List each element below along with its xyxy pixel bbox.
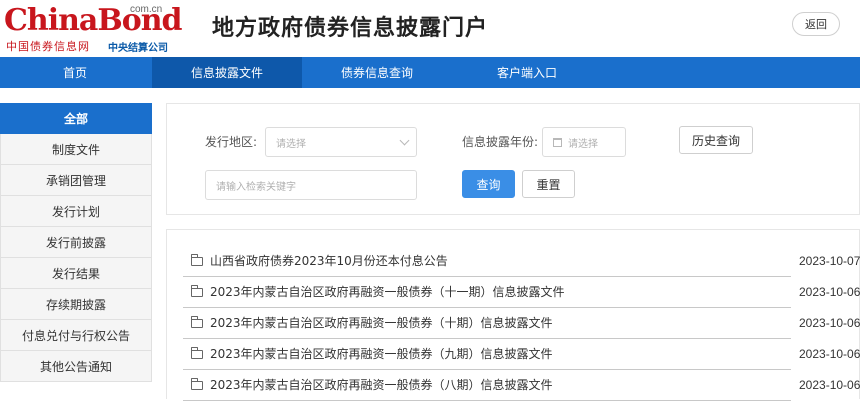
region-select-placeholder: 请选择	[276, 138, 306, 150]
list-item[interactable]: 2023年内蒙古自治区政府再融资一般债券（十一期）信息披露文件 2023-10-…	[183, 278, 860, 308]
list-item[interactable]: 2023年内蒙古自治区政府再融资一般债券（十期）信息披露文件 2023-10-0…	[183, 309, 860, 339]
disclosure-list: 山西省政府债券2023年10月份还本付息公告 2023-10-07 2023年内…	[166, 229, 860, 401]
folder-icon	[191, 316, 203, 328]
sidebar-item-duration[interactable]: 存续期披露	[0, 289, 152, 320]
chevron-down-icon	[399, 135, 410, 146]
nav-item-bond-query[interactable]: 债券信息查询	[302, 57, 452, 88]
back-button[interactable]: 返回	[792, 12, 840, 36]
folder-icon	[191, 378, 203, 390]
history-query-button[interactable]: 历史查询	[679, 126, 753, 154]
folder-icon	[191, 347, 203, 359]
folder-icon	[191, 254, 203, 266]
logo-cn-name: 中国债券信息网	[6, 40, 90, 53]
list-item-title[interactable]: 山西省政府债券2023年10月份还本付息公告	[210, 253, 448, 269]
sidebar-item-all[interactable]: 全部	[0, 103, 152, 134]
list-item-date: 2023-10-06	[799, 347, 860, 361]
region-label: 发行地区:	[205, 135, 258, 149]
keyword-search-input[interactable]: 请输入检索关键字	[205, 170, 417, 200]
list-item-title[interactable]: 2023年内蒙古自治区政府再融资一般债券（八期）信息披露文件	[210, 377, 553, 393]
year-label: 信息披露年份:	[462, 135, 539, 149]
sidebar-item-issuance-plan[interactable]: 发行计划	[0, 196, 152, 227]
page-title: 地方政府债券信息披露门户	[212, 16, 489, 41]
nav-item-home[interactable]: 首页	[0, 57, 150, 88]
year-picker-placeholder: 请选择	[568, 138, 598, 150]
logo-domain: com.cn	[130, 4, 163, 15]
list-item-date: 2023-10-06	[799, 285, 860, 299]
calendar-icon	[553, 137, 562, 147]
query-button[interactable]: 查询	[462, 170, 515, 198]
sidebar-item-regulations[interactable]: 制度文件	[0, 134, 152, 165]
sidebar-item-interest-payment[interactable]: 付息兑付与行权公告	[0, 320, 152, 351]
nav-item-client-portal[interactable]: 客户端入口	[452, 57, 602, 88]
list-item[interactable]: 2023年内蒙古自治区政府再融资一般债券（九期）信息披露文件 2023-10-0…	[183, 340, 860, 370]
region-select[interactable]: 请选择	[265, 127, 417, 157]
list-item-title[interactable]: 2023年内蒙古自治区政府再融资一般债券（九期）信息披露文件	[210, 346, 553, 362]
sidebar-item-other-notices[interactable]: 其他公告通知	[0, 351, 152, 382]
keyword-input-placeholder: 请输入检索关键字	[216, 181, 296, 193]
reset-button[interactable]: 重置	[522, 170, 575, 198]
list-item-date: 2023-10-06	[799, 378, 860, 392]
sidebar-item-pre-issuance[interactable]: 发行前披露	[0, 227, 152, 258]
nav-item-disclosure-files[interactable]: 信息披露文件	[152, 57, 302, 88]
folder-icon	[191, 285, 203, 297]
search-panel: 发行地区: 请选择 信息披露年份: 请选择 历史查询 请输入检索关键字 查询 重…	[166, 103, 860, 215]
list-item-title[interactable]: 2023年内蒙古自治区政府再融资一般债券（十期）信息披露文件	[210, 315, 553, 331]
list-item-date: 2023-10-06	[799, 316, 860, 330]
sidebar-item-underwriting[interactable]: 承销团管理	[0, 165, 152, 196]
sidebar-item-issuance-result[interactable]: 发行结果	[0, 258, 152, 289]
site-header: ChinaBond com.cn 中国债券信息网 中央结算公司 地方政府债券信息…	[0, 0, 860, 57]
list-item-title[interactable]: 2023年内蒙古自治区政府再融资一般债券（十一期）信息披露文件	[210, 284, 565, 300]
logo-org-name: 中央结算公司	[108, 43, 168, 54]
sidebar: 全部 制度文件 承销团管理 发行计划 发行前披露 发行结果 存续期披露 付息兑付…	[0, 103, 152, 382]
list-item-date: 2023-10-07	[799, 254, 860, 268]
chinabond-logo[interactable]: ChinaBond com.cn 中国债券信息网 中央结算公司	[4, 4, 182, 55]
year-date-picker[interactable]: 请选择	[542, 127, 626, 157]
main-nav: 首页 信息披露文件 债券信息查询 客户端入口	[0, 57, 860, 88]
list-item[interactable]: 2023年内蒙古自治区政府再融资一般债券（八期）信息披露文件 2023-10-0…	[183, 371, 860, 401]
list-item[interactable]: 山西省政府债券2023年10月份还本付息公告 2023-10-07	[183, 247, 860, 277]
